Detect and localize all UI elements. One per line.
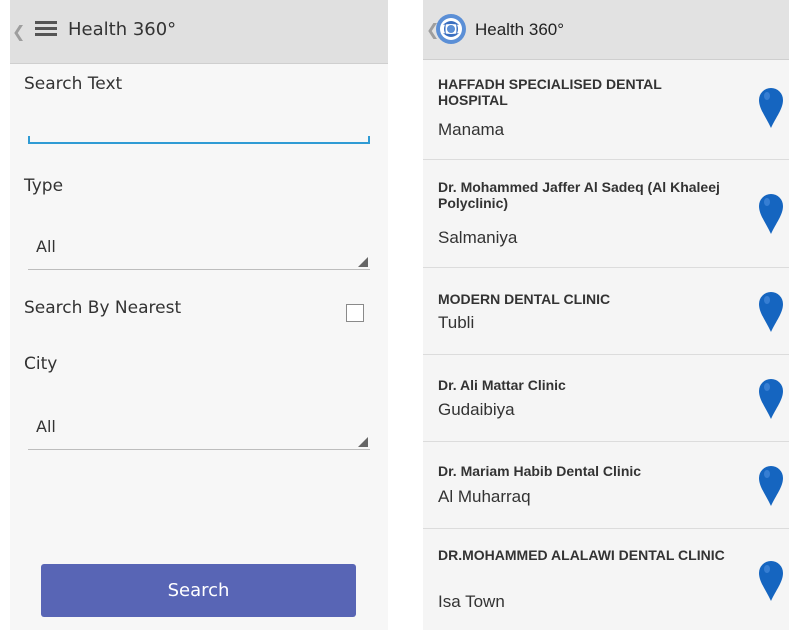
app-title: Health 360°: [68, 19, 177, 40]
city-label: City: [24, 354, 58, 374]
hamburger-menu-icon[interactable]: [35, 21, 57, 40]
clinic-name: MODERN DENTAL CLINIC: [438, 291, 611, 307]
clinic-city: Manama: [438, 120, 505, 139]
type-selected-value: All: [36, 237, 56, 256]
map-pin-icon[interactable]: [758, 560, 784, 602]
list-item[interactable]: Dr. Mohammed Jaffer Al Sadeq (Al Khaleej…: [423, 161, 789, 268]
list-item[interactable]: Dr. Ali Mattar Clinic Gudaibiya: [423, 356, 789, 442]
map-pin-icon[interactable]: [758, 193, 784, 235]
clinic-city: Salmaniya: [438, 228, 518, 247]
clinic-city: Isa Town: [438, 592, 505, 611]
city-selected-value: All: [36, 417, 56, 436]
search-text-input[interactable]: [28, 108, 370, 144]
map-pin-icon[interactable]: [758, 87, 784, 129]
map-pin-icon[interactable]: [758, 378, 784, 420]
clinic-name: DR.MOHAMMED ALALAWI DENTAL CLINIC: [438, 547, 725, 563]
dropdown-triangle-icon: [358, 257, 368, 267]
search-input-underline: [28, 136, 370, 144]
clinic-name: HAFFADH SPECIALISED DENTAL HOSPITAL: [438, 76, 662, 108]
search-by-nearest-label: Search By Nearest: [24, 298, 182, 318]
app-bar: ❮ Health 360°: [10, 0, 388, 64]
clinic-name: Dr. Mohammed Jaffer Al Sadeq (Al Khaleej…: [438, 179, 720, 211]
search-button[interactable]: Search: [41, 564, 356, 617]
list-item[interactable]: HAFFADH SPECIALISED DENTAL HOSPITAL Mana…: [423, 61, 789, 160]
map-pin-icon[interactable]: [758, 291, 784, 333]
search-screen: ❮ Health 360° Search Text Type All Searc…: [10, 0, 388, 630]
clinic-name: Dr. Ali Mattar Clinic: [438, 377, 566, 393]
app-bar: ❮ Health 360°: [423, 0, 789, 60]
app-title: Health 360°: [475, 20, 565, 39]
list-item[interactable]: Dr. Mariam Habib Dental Clinic Al Muharr…: [423, 443, 789, 529]
map-pin-icon[interactable]: [758, 465, 784, 507]
clinic-city: Tubli: [438, 313, 475, 332]
type-label: Type: [24, 176, 64, 196]
dropdown-triangle-icon: [358, 437, 368, 447]
city-dropdown[interactable]: All: [28, 408, 370, 450]
clinic-name: Dr. Mariam Habib Dental Clinic: [438, 463, 642, 479]
type-dropdown[interactable]: All: [28, 228, 370, 270]
back-icon[interactable]: ❮: [12, 22, 25, 41]
health-360-logo: [436, 14, 466, 44]
clinic-city: Al Muharraq: [438, 487, 531, 506]
search-by-nearest-checkbox[interactable]: [346, 304, 364, 322]
clinic-city: Gudaibiya: [438, 400, 515, 419]
list-item[interactable]: MODERN DENTAL CLINIC Tubli: [423, 269, 789, 355]
results-screen: ❮ Health 360° HAFFADH SPECIALISED DENTAL…: [423, 0, 789, 630]
list-item[interactable]: DR.MOHAMMED ALALAWI DENTAL CLINIC Isa To…: [423, 530, 789, 630]
search-text-label: Search Text: [24, 74, 123, 94]
